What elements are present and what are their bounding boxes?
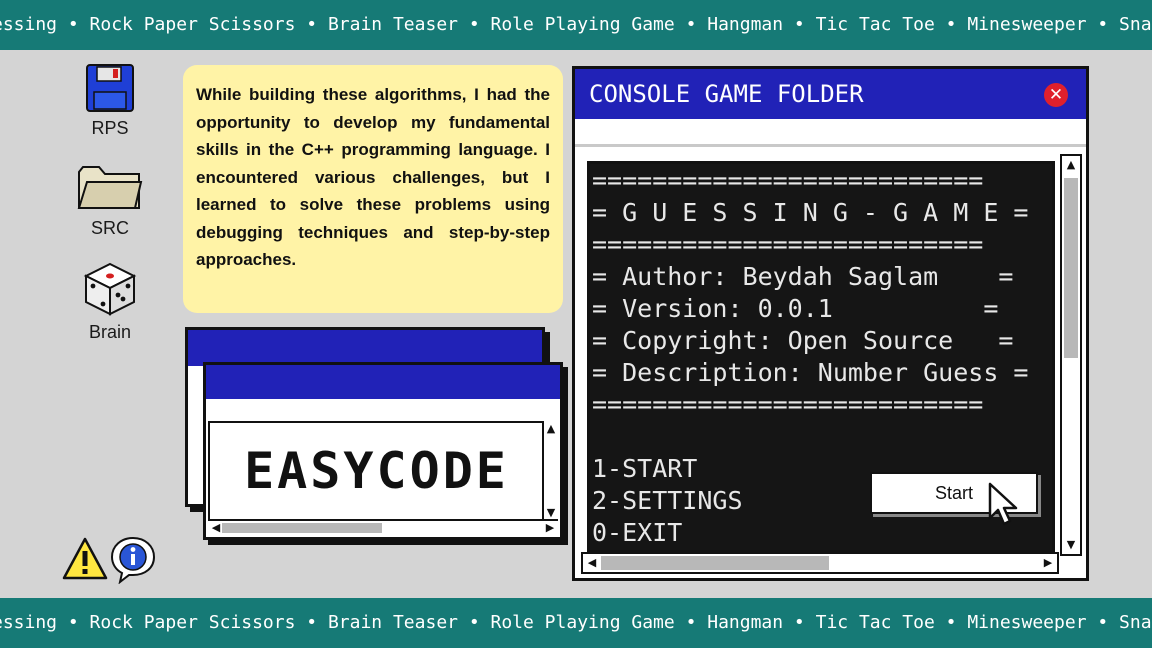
scroll-up-arrow-icon[interactable]: ▲ [543,421,559,437]
console-horizontal-scrollbar[interactable]: ◀ ▶ [581,552,1059,574]
console-window-title: CONSOLE GAME FOLDER [589,80,864,108]
scroll-thumb[interactable] [222,523,382,533]
description-note: While building these algorithms, I had t… [183,65,563,313]
easycode-window-titlebar[interactable] [206,365,560,399]
console-address-bar [575,119,1086,147]
ticker-bottom-text: essing • Rock Paper Scissors • Brain Tea… [0,612,1152,633]
desktop-icon-label: RPS [91,118,129,138]
terminal-output: ========================== = G U E S S I… [587,161,1055,553]
desktop-icon-label: Brain [88,322,132,342]
background-window-titlebar[interactable] [188,330,542,366]
desktop-icon-src[interactable]: SRC [70,162,150,239]
description-text: While building these algorithms, I had t… [196,85,550,269]
scroll-up-arrow-icon[interactable]: ▲ [1063,157,1079,173]
easycode-horizontal-scrollbar[interactable]: ◀ ▶ [208,519,558,535]
console-window-titlebar[interactable]: CONSOLE GAME FOLDER ✕ [575,69,1086,119]
terminal-line: = Description: Number Guess = [592,358,1029,387]
console-vertical-scrollbar[interactable]: ▲ ▼ [1060,154,1082,556]
terminal-line: = Copyright: Open Source = [592,326,1014,355]
terminal-menu-start: 1-START [592,454,698,483]
desktop-icon-rps[interactable]: RPS [70,64,150,139]
warning-icon[interactable] [62,536,108,582]
ticker-top-text: essing • Rock Paper Scissors • Brain Tea… [0,14,1152,35]
ticker-bottom: essing • Rock Paper Scissors • Brain Tea… [0,598,1152,648]
easycode-display: EASYCODE [208,421,545,521]
terminal-line: = Version: 0.0.1 = [592,294,999,323]
scroll-right-arrow-icon[interactable]: ▶ [542,520,558,536]
terminal-line: ========================== [592,390,984,419]
desktop-icon-brain[interactable]: Brain [70,262,150,343]
info-icon[interactable] [108,534,158,585]
scroll-thumb[interactable] [601,556,829,570]
easycode-window[interactable]: EASYCODE ▲ ▼ ◀ ▶ [203,362,563,540]
terminal-line: = G U E S S I N G - G A M E = [592,198,1029,227]
close-icon[interactable]: ✕ [1044,83,1068,107]
terminal-line: = Author: Beydah Saglam = [592,262,1014,291]
terminal-menu-exit: 0-EXIT [592,518,683,547]
scroll-thumb[interactable] [1064,178,1078,358]
floppy-disk-icon [86,64,134,112]
folder-icon [77,166,143,209]
desktop-icon-label: SRC [90,218,129,238]
scroll-down-arrow-icon[interactable]: ▼ [1063,537,1079,553]
terminal-line: ========================== [592,230,984,259]
console-game-window[interactable]: CONSOLE GAME FOLDER ✕ ==================… [572,66,1089,581]
terminal-line: ========================== [592,166,984,195]
easycode-label: EASYCODE [244,442,509,500]
easycode-vertical-scrollbar[interactable]: ▲ ▼ [542,421,558,521]
terminal-menu-settings: 2-SETTINGS [592,486,743,515]
scroll-right-arrow-icon[interactable]: ▶ [1040,555,1056,571]
scroll-left-arrow-icon[interactable]: ◀ [584,555,600,571]
mouse-cursor-icon [988,482,1018,526]
ticker-top: essing • Rock Paper Scissors • Brain Tea… [0,0,1152,50]
dice-icon [83,262,137,316]
